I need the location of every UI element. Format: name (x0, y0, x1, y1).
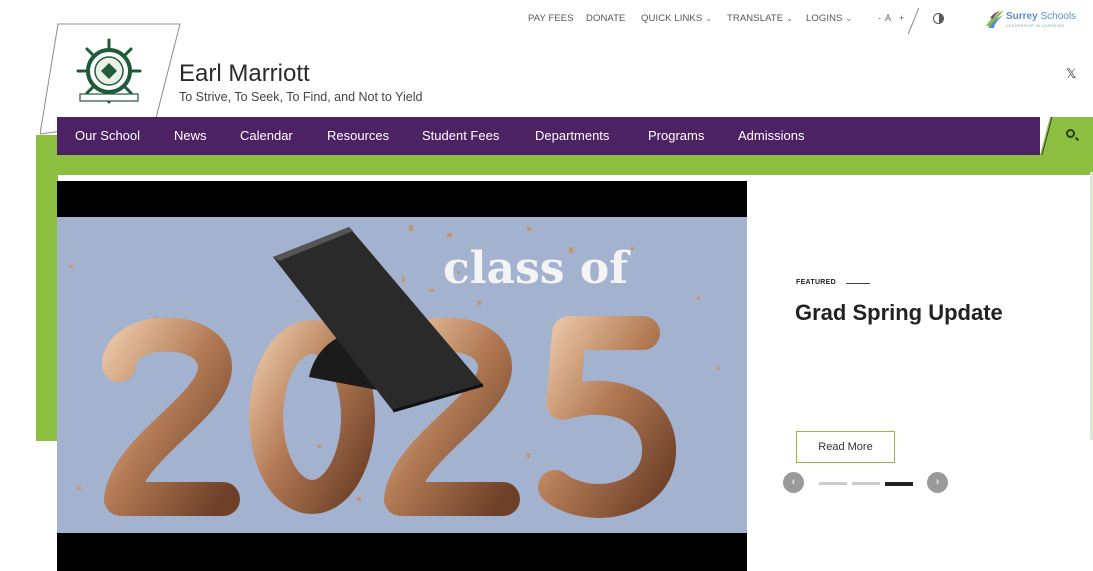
surrey-schools-logo[interactable]: Surrey Schools LEADERSHIP IN LEARNING (984, 8, 1084, 36)
nav-item-calendar[interactable]: Calendar (240, 128, 293, 143)
translate-menu[interactable]: TRANSLATE ⌄ (727, 13, 793, 24)
chevron-left-icon: ‹ (791, 476, 796, 488)
nav-item-student-fees[interactable]: Student Fees (422, 128, 499, 143)
nav-item-programs[interactable]: Programs (648, 128, 704, 143)
divider (907, 7, 920, 35)
x-social-icon[interactable]: 𝕏 (1066, 66, 1076, 82)
chevron-down-icon: ⌄ (705, 14, 713, 23)
school-name[interactable]: Earl Marriott (179, 60, 310, 88)
graduation-image: class of 2025 (57, 217, 747, 533)
slider-next-button[interactable]: › (927, 472, 948, 493)
surrey-schools-tagline: LEADERSHIP IN LEARNING (1006, 23, 1065, 28)
nav-item-our-school[interactable]: Our School (75, 128, 140, 143)
font-size-control: - A + (878, 13, 908, 23)
read-more-button[interactable]: Read More (796, 431, 895, 463)
search-button[interactable] (1040, 117, 1093, 155)
slider-dot-2[interactable] (852, 482, 880, 485)
chevron-down-icon: ⌄ (845, 14, 853, 23)
featured-divider (846, 283, 870, 284)
main-nav: Our School News Calendar Resources Stude… (57, 117, 1040, 155)
slider-dot-1[interactable] (819, 482, 847, 485)
pay-fees-link[interactable]: PAY FEES (528, 13, 574, 24)
quick-links-label: QUICK LINKS (641, 13, 703, 24)
nav-item-admissions[interactable]: Admissions (738, 128, 804, 143)
school-crest-logo[interactable] (74, 36, 144, 106)
contrast-toggle-icon[interactable] (933, 13, 944, 24)
featured-title[interactable]: Grad Spring Update (795, 300, 1003, 326)
green-accent-bar (36, 135, 58, 441)
nav-item-departments[interactable]: Departments (535, 128, 609, 143)
logins-label: LOGINS (806, 13, 843, 24)
search-icon (1066, 129, 1075, 138)
hero-slide-image[interactable]: class of 2025 (57, 181, 747, 571)
donate-link[interactable]: DONATE (586, 13, 625, 24)
font-size-label: A (885, 13, 892, 23)
nav-item-news[interactable]: News (174, 128, 207, 143)
featured-label: FEATURED (796, 279, 836, 286)
logins-menu[interactable]: LOGINS ⌄ (806, 13, 852, 24)
hero-headline: class of (443, 243, 631, 294)
nav-item-resources[interactable]: Resources (327, 128, 389, 143)
surrey-schools-name: Surrey Schools (1006, 11, 1077, 22)
green-band (57, 155, 1093, 175)
font-increase-button[interactable]: + (899, 13, 904, 23)
page: PAY FEES DONATE QUICK LINKS ⌄ TRANSLATE ⌄ … (0, 0, 1093, 571)
translate-label: TRANSLATE (727, 13, 784, 24)
slider-dot-3[interactable] (885, 482, 913, 486)
chevron-down-icon: ⌄ (786, 14, 793, 23)
font-decrease-button[interactable]: - (878, 13, 881, 23)
quick-links-menu[interactable]: QUICK LINKS ⌄ (641, 13, 712, 24)
surrey-swoosh-icon (986, 10, 1004, 28)
chevron-right-icon: › (935, 476, 940, 488)
slider-prev-button[interactable]: ‹ (783, 472, 804, 493)
school-motto: To Strive, To Seek, To Find, and Not to … (179, 90, 423, 104)
